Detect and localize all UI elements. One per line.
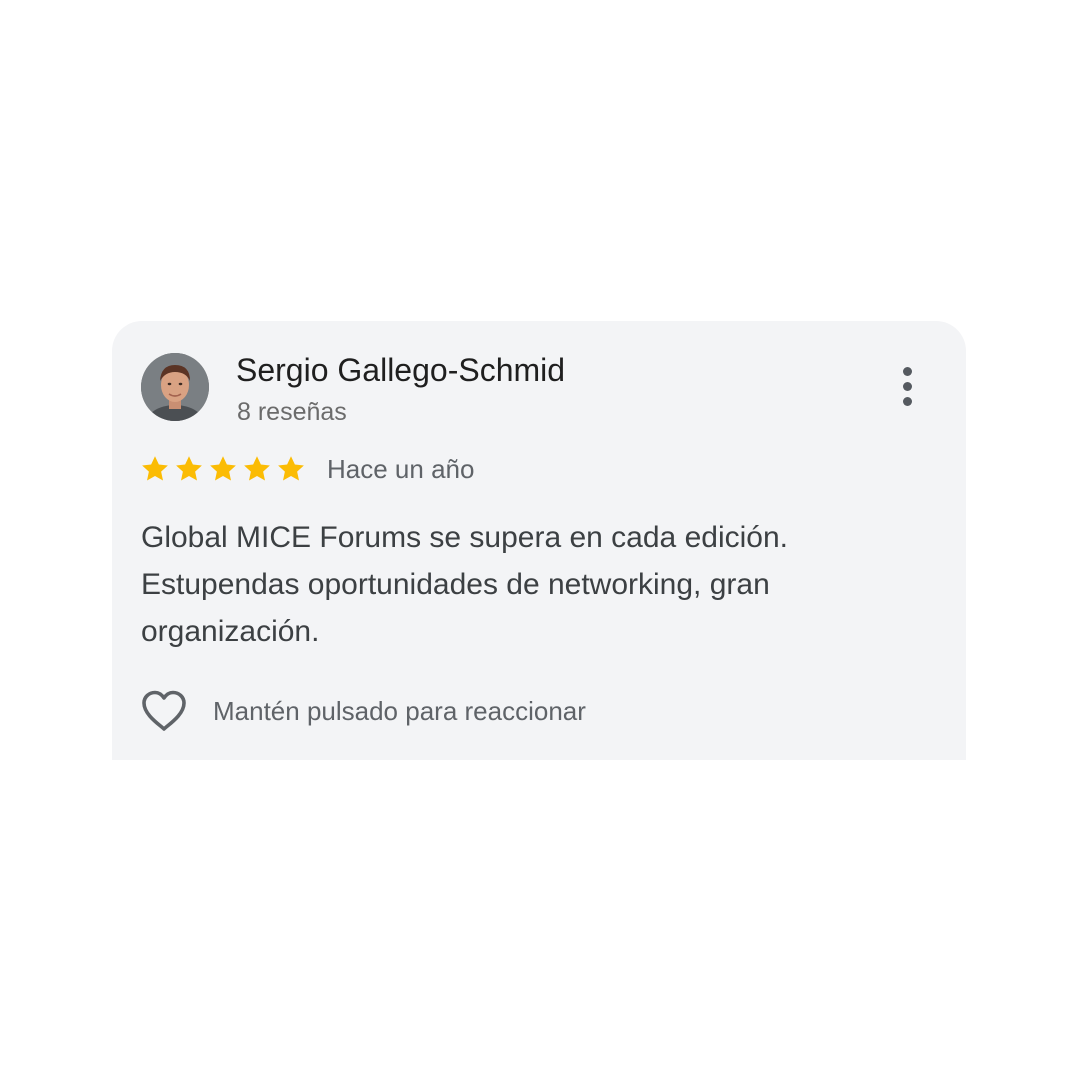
star-icon: [176, 456, 202, 481]
react-button[interactable]: [140, 689, 188, 733]
review-date: Hace un año: [327, 454, 475, 484]
review-card: Sergio Gallego-Schmid 8 reseñas Hace un …: [112, 321, 966, 760]
more-vertical-icon: [902, 366, 912, 376]
star-icon: [142, 456, 168, 481]
star-icon: [278, 456, 304, 481]
avatar[interactable]: [141, 353, 209, 421]
avatar-photo: [141, 353, 209, 421]
review-count: 8 reseñas: [237, 398, 347, 426]
review-text: Global MICE Forums se supera en cada edi…: [141, 521, 788, 648]
author-name[interactable]: Sergio Gallego-Schmid: [236, 351, 565, 389]
page: Sergio Gallego-Schmid 8 reseñas Hace un …: [0, 0, 1080, 1080]
rating-row: Hace un año: [140, 451, 474, 487]
more-options-button[interactable]: [892, 361, 922, 411]
more-vertical-icon-dot: [902, 381, 912, 391]
star-icon: [244, 456, 270, 481]
star-icon: [210, 456, 236, 481]
more-vertical-icon-dot: [902, 396, 912, 406]
heart-outline-icon: [142, 690, 186, 731]
reaction-row: Mantén pulsado para reaccionar: [140, 687, 586, 735]
star-rating: [140, 454, 306, 484]
reaction-hint: Mantén pulsado para reaccionar: [213, 696, 586, 726]
